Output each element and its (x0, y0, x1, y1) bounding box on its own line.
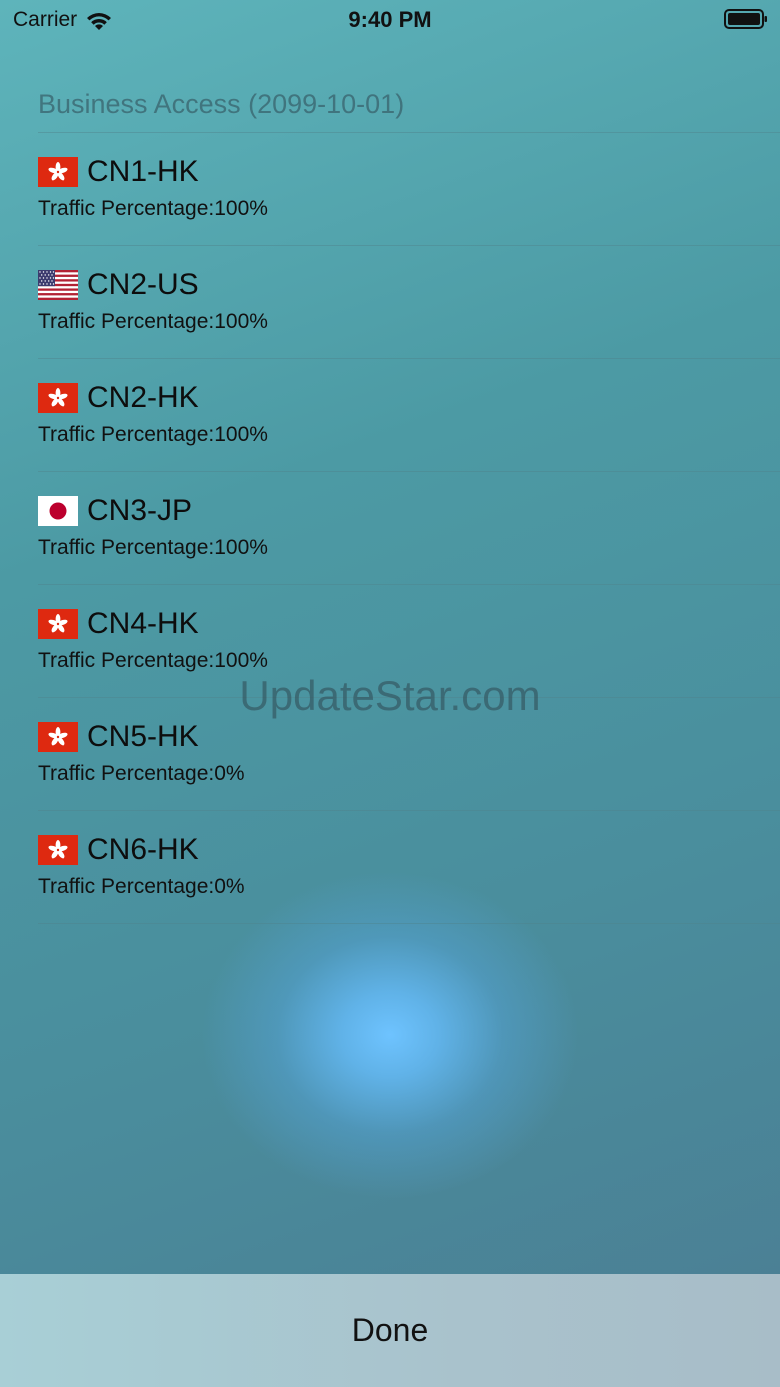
hk-flag-icon (38, 722, 78, 752)
clock: 9:40 PM (348, 7, 432, 32)
traffic-percentage: Traffic Percentage:100% (38, 197, 268, 220)
server-row-cn6-hk[interactable]: CN6-HK Traffic Percentage:0% (38, 811, 780, 924)
server-row-cn2-us[interactable]: CN2-US Traffic Percentage:100% (38, 246, 780, 359)
hk-flag-icon (38, 383, 78, 413)
server-name: CN3-JP (87, 494, 193, 527)
hk-flag-icon (38, 609, 78, 639)
done-button[interactable]: Done (312, 1302, 469, 1359)
server-row-cn4-hk[interactable]: CN4-HK Traffic Percentage:100% (38, 585, 780, 698)
hk-flag-icon (38, 157, 78, 187)
status-bar: Carrier 9:40 PM (0, 0, 780, 40)
server-name: CN2-HK (87, 381, 199, 414)
server-name: CN2-US (87, 268, 199, 301)
traffic-percentage: Traffic Percentage:100% (38, 423, 268, 446)
traffic-percentage: Traffic Percentage:0% (38, 762, 245, 785)
server-list: CN1-HK Traffic Percentage:100% CN2-US Tr… (0, 133, 780, 924)
traffic-percentage: Traffic Percentage:100% (38, 536, 268, 559)
server-name: CN4-HK (87, 607, 199, 640)
traffic-percentage: Traffic Percentage:100% (38, 310, 268, 333)
server-name: CN1-HK (87, 155, 199, 188)
section-header: Business Access (2099-10-01) (38, 89, 405, 119)
server-row-cn5-hk[interactable]: CN5-HK Traffic Percentage:0% (38, 698, 780, 811)
server-row-cn2-hk[interactable]: CN2-HK Traffic Percentage:100% (38, 359, 780, 472)
server-row-cn1-hk[interactable]: CN1-HK Traffic Percentage:100% (38, 133, 780, 246)
traffic-percentage: Traffic Percentage:100% (38, 649, 268, 672)
done-bar: Done (0, 1274, 780, 1387)
screen: Carrier 9:40 PM Business Access (2099-10… (0, 0, 780, 1387)
server-name: CN6-HK (87, 833, 199, 866)
battery-icon (724, 9, 767, 29)
traffic-percentage: Traffic Percentage:0% (38, 875, 245, 898)
server-name: CN5-HK (87, 720, 199, 753)
us-flag-icon (38, 270, 78, 300)
server-row-cn3-jp[interactable]: CN3-JP Traffic Percentage:100% (38, 472, 780, 585)
hk-flag-icon (38, 835, 78, 865)
jp-flag-icon (38, 496, 78, 526)
